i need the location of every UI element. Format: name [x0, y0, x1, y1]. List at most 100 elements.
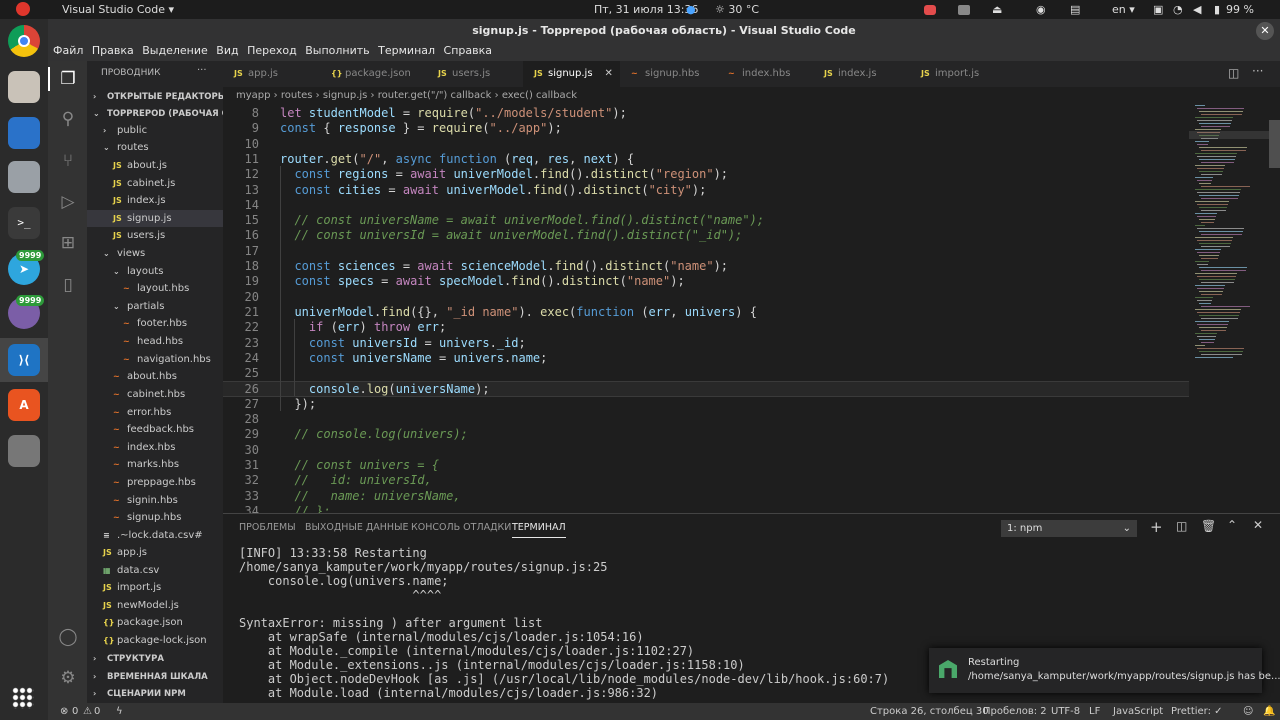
cursor-position[interactable]: Строка 26, столбец 30 [870, 703, 989, 720]
split-editor-icon[interactable]: ◫ [1228, 66, 1239, 80]
tree-item[interactable]: ~ signin.hbs [87, 492, 223, 509]
menu-file[interactable]: Файл [53, 43, 83, 59]
code-line[interactable]: 9 const { response } = require("../app"); [223, 121, 1189, 136]
terminal-output[interactable]: [INFO] 13:33:58 Restarting /home/sanya_k… [239, 546, 889, 700]
source-control-icon[interactable]: ⑂ [57, 150, 79, 172]
tree-item[interactable]: ⌄ views [87, 245, 223, 262]
tree-item[interactable]: ≡ .~lock.data.csv# [87, 527, 223, 544]
battery-icon[interactable]: ▮ [1214, 3, 1220, 16]
close-window-icon[interactable]: ✕ [1256, 22, 1274, 40]
close-panel-icon[interactable]: ✕ [1253, 518, 1263, 532]
tab-users-js[interactable]: JS users.js [427, 61, 524, 87]
app-menu[interactable]: Visual Studio Code ▾ [62, 3, 174, 16]
code-line[interactable]: 27 }); [223, 397, 1189, 412]
encoding[interactable]: UTF-8 [1051, 703, 1080, 720]
tree-item[interactable]: ~ footer.hbs [87, 315, 223, 332]
code-line[interactable]: 21 univerModel.find({}, "_id name"). exe… [223, 305, 1189, 320]
kill-terminal-icon[interactable]: 🗑 [1201, 519, 1216, 533]
code-line[interactable]: 14 [223, 198, 1189, 213]
tree-item[interactable]: ~ feedback.hbs [87, 421, 223, 438]
tree-item[interactable]: ⌄ routes [87, 139, 223, 156]
eol[interactable]: LF [1089, 703, 1100, 720]
explorer-section[interactable]: › ВРЕМЕННАЯ ШКАЛА [87, 668, 223, 685]
code-line[interactable]: 33 // name: universName, [223, 489, 1189, 504]
volume-icon[interactable]: ◀ [1193, 3, 1201, 16]
breadcrumb-item[interactable]: router.get("/") callback [378, 90, 492, 101]
tree-item[interactable]: JS index.js [87, 192, 223, 209]
code-line[interactable]: 17 [223, 244, 1189, 259]
tray-camera-icon[interactable]: ◉ [1036, 3, 1046, 16]
menu-terminal[interactable]: Терминал [378, 43, 435, 59]
maximize-panel-icon[interactable]: ⌃ [1227, 518, 1237, 532]
tree-item[interactable]: ▦ data.csv [87, 562, 223, 579]
tree-item[interactable]: ~ error.hbs [87, 404, 223, 421]
menu-view[interactable]: Вид [216, 43, 238, 59]
code-line[interactable]: 30 [223, 443, 1189, 458]
tree-item[interactable]: {} package-lock.json [87, 632, 223, 649]
writer-icon[interactable] [8, 117, 40, 149]
usb-drive-icon[interactable] [8, 435, 40, 467]
code-line[interactable]: 19 const specs = await specModel.find().… [223, 274, 1189, 289]
editor-more-icon[interactable]: ··· [1252, 64, 1263, 78]
breadcrumb-item[interactable]: exec() callback [502, 90, 577, 101]
power-icon[interactable] [16, 2, 30, 16]
code-line[interactable]: 20 [223, 290, 1189, 305]
explorer-section[interactable]: › ОТКРЫТЫЕ РЕДАКТОРЫ [87, 88, 223, 105]
lightning-icon[interactable]: ϟ [116, 703, 123, 720]
chrome-icon[interactable] [8, 25, 40, 57]
code-line[interactable]: 12 const regions = await univerModel.fin… [223, 167, 1189, 182]
show-apps-icon[interactable] [12, 687, 34, 709]
files-icon[interactable] [8, 71, 40, 103]
tree-item[interactable]: ~ index.hbs [87, 439, 223, 456]
search-icon[interactable]: ⚲ [57, 108, 79, 130]
code-line[interactable]: 10 [223, 137, 1189, 152]
battery-level[interactable]: 99 % [1226, 3, 1254, 16]
code-line[interactable]: 29 // console.log(univers); [223, 427, 1189, 442]
tree-item[interactable]: JS about.js [87, 157, 223, 174]
wifi-icon[interactable]: ◔ [1173, 3, 1183, 16]
weather[interactable]: ☼ 30 °C [715, 3, 759, 16]
tray-record-icon[interactable] [924, 5, 936, 15]
language-mode[interactable]: JavaScript [1113, 703, 1163, 720]
tab-signup-hbs[interactable]: ~ signup.hbs [620, 61, 717, 87]
warning-count[interactable]: 0 [94, 703, 100, 720]
clock[interactable]: Пт, 31 июля 13:36 [594, 3, 698, 16]
extensions-icon[interactable]: ⊞ [57, 232, 79, 254]
more-actions-icon[interactable]: ··· [197, 65, 207, 76]
notification-toast[interactable]: Restarting /home/sanya_kamputer/work/mya… [929, 648, 1280, 693]
tree-item[interactable]: {} package.json [87, 614, 223, 631]
breadcrumb-item[interactable]: signup.js [323, 90, 368, 101]
error-count[interactable]: 0 [72, 703, 78, 720]
tree-item[interactable]: JS import.js [87, 579, 223, 596]
new-terminal-icon[interactable]: + [1150, 518, 1163, 536]
tree-item[interactable]: ~ about.hbs [87, 368, 223, 385]
menu-help[interactable]: Справка [444, 43, 492, 59]
tree-item[interactable]: ⌄ layouts [87, 263, 223, 280]
error-icon[interactable]: ⊗ [60, 703, 68, 720]
tab-package-json[interactable]: {} package.json [320, 61, 417, 87]
code-line[interactable]: 11 router.get("/", async function (req, r… [223, 152, 1189, 167]
tab-app-js[interactable]: JS app.js [223, 61, 320, 87]
tree-item[interactable]: ~ preppage.hbs [87, 474, 223, 491]
tree-item[interactable]: ~ marks.hbs [87, 456, 223, 473]
tree-item[interactable]: › public [87, 122, 223, 139]
tree-item[interactable]: JS cabinet.js [87, 175, 223, 192]
terminal-select[interactable]: 1: npm ⌄ [1001, 520, 1137, 537]
run-debug-icon[interactable]: ▷ [57, 191, 79, 213]
language-selector[interactable]: en ▾ [1112, 3, 1135, 16]
tab-index-hbs[interactable]: ~ index.hbs [717, 61, 814, 87]
terminal-icon[interactable]: >_ [8, 207, 40, 239]
tab-output[interactable]: ВЫХОДНЫЕ ДАННЫЕ [305, 522, 408, 533]
software-center-icon[interactable]: A [8, 389, 40, 421]
tray-screen-icon[interactable]: ▣ [1153, 3, 1163, 16]
code-editor[interactable]: 8 let studentModel = require("../models/s… [223, 105, 1189, 513]
tree-item[interactable]: JS newModel.js [87, 597, 223, 614]
code-line[interactable]: 32 // id: universId, [223, 473, 1189, 488]
tree-item[interactable]: JS users.js [87, 227, 223, 244]
code-line[interactable]: 15 // const universName = await univerMo… [223, 213, 1189, 228]
monitor-icon[interactable] [8, 161, 40, 193]
tray-drive-icon[interactable] [958, 5, 970, 15]
tab-debug-console[interactable]: КОНСОЛЬ ОТЛАДКИ [411, 522, 511, 533]
tab-signup-js[interactable]: JS signup.js ✕ [523, 61, 620, 87]
tab-import-js[interactable]: JS import.js [910, 61, 1007, 87]
